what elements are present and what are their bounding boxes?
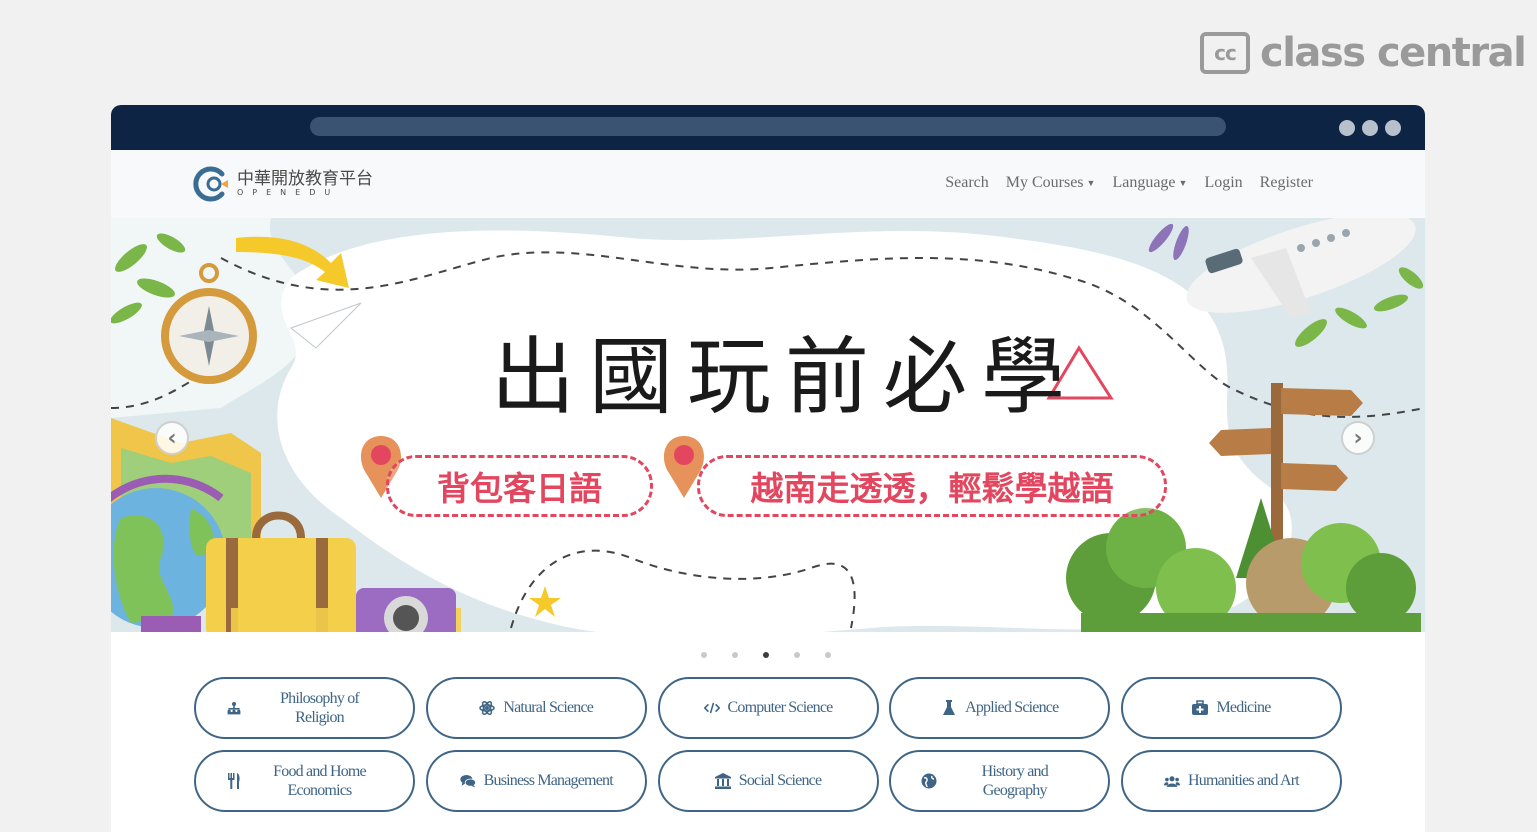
banner-pill-vietnamese[interactable]: 越南走透透，輕鬆學越語 — [697, 455, 1167, 517]
address-bar[interactable] — [310, 117, 1226, 136]
nav-search-label: Search — [945, 174, 989, 191]
nav-register-label: Register — [1259, 174, 1313, 191]
users-icon — [1164, 773, 1181, 789]
globe-icon — [921, 773, 937, 789]
category-label: Business Management — [483, 772, 614, 789]
site-header: 中華開放教育平台 OPENEDU Search My Courses ▼ Lang… — [111, 150, 1425, 218]
nav-my-courses-label: My Courses — [1005, 174, 1084, 191]
code-icon — [703, 700, 720, 716]
carousel-indicator[interactable] — [794, 652, 800, 658]
category-label-line: History and — [981, 763, 1049, 780]
logo-subtitle: OPENEDU — [237, 188, 340, 197]
hero-banner[interactable]: 出國玩前必學 背包客日語 越南走透透，輕鬆學越語 ‹ › — [111, 218, 1425, 632]
category-label: Natural Science — [503, 699, 594, 716]
category-button-business-management[interactable]: Business Management — [425, 750, 647, 812]
carousel-indicator[interactable] — [701, 652, 707, 658]
category-button-history-and-geography[interactable]: History and Geography — [889, 750, 1111, 812]
cc-box-icon: cc — [1200, 32, 1250, 74]
window-controls — [1339, 120, 1401, 136]
category-label-line: Philosophy of — [280, 690, 360, 707]
window-dot-icon[interactable] — [1339, 120, 1355, 136]
nav-my-courses[interactable]: My Courses ▼ — [1006, 174, 1096, 192]
medkit-icon — [1192, 700, 1209, 716]
nav-language[interactable]: Language ▼ — [1112, 174, 1187, 192]
category-button-philosophy-of-religion[interactable]: Philosophy of Religion — [194, 677, 415, 739]
category-button-computer-science[interactable]: Computer Science — [657, 677, 879, 739]
category-button-humanities-and-art[interactable]: Humanities and Art — [1121, 750, 1342, 812]
carousel-prev-button[interactable]: ‹ — [155, 421, 189, 455]
category-grid: Philosophy of Religion Natural Science Comp… — [194, 677, 1342, 812]
brand-name: class central — [1260, 30, 1527, 76]
window-dot-icon[interactable] — [1385, 120, 1401, 136]
carousel-indicator[interactable] — [825, 652, 831, 658]
category-label-line: Economics — [287, 782, 353, 799]
carousel-indicators — [701, 652, 831, 658]
category-label: Applied Science — [965, 699, 1059, 716]
carousel-indicator[interactable] — [763, 652, 769, 658]
category-button-applied-science[interactable]: Applied Science — [889, 677, 1111, 739]
logo-title: 中華開放教育平台 — [237, 169, 373, 189]
nav-search[interactable]: Search — [945, 174, 989, 192]
window-dot-icon[interactable] — [1362, 120, 1378, 136]
banner-pill-japanese[interactable]: 背包客日語 — [386, 455, 653, 517]
category-label: Food and Home Economics — [250, 762, 413, 800]
category-label: History and Geography — [945, 762, 1108, 800]
class-central-logo: cc class central — [1200, 30, 1527, 76]
banner-headline: 出國玩前必學 — [491, 328, 1080, 426]
category-label-line: Religion — [295, 709, 345, 726]
utensils-icon — [226, 773, 242, 789]
nav-register[interactable]: Register — [1260, 174, 1313, 192]
category-label: Medicine — [1216, 699, 1271, 716]
site-logo[interactable]: 中華開放教育平台 OPENEDU — [191, 165, 373, 203]
nav-login[interactable]: Login — [1204, 174, 1242, 192]
category-button-medicine[interactable]: Medicine — [1121, 677, 1342, 739]
main-nav: Search My Courses ▼ Language ▼ Login Regis… — [945, 174, 1313, 192]
caret-down-icon: ▼ — [1086, 178, 1096, 188]
browser-chrome — [111, 105, 1425, 150]
category-button-food-and-home-economics[interactable]: Food and Home Economics — [194, 750, 415, 812]
openedu-logo-icon — [191, 165, 229, 203]
carousel-next-button[interactable]: › — [1341, 421, 1375, 455]
carousel-indicator[interactable] — [732, 652, 738, 658]
category-label: Computer Science — [727, 699, 834, 716]
flask-icon — [941, 700, 957, 716]
landmark-icon — [714, 773, 731, 789]
browser-window: 中華開放教育平台 OPENEDU Search My Courses ▼ Lang… — [111, 105, 1425, 832]
category-button-social-science[interactable]: Social Science — [657, 750, 879, 812]
caret-down-icon: ▼ — [1178, 178, 1188, 188]
nav-login-label: Login — [1204, 174, 1243, 191]
category-label: Philosophy of Religion — [250, 689, 413, 727]
people-hierarchy-icon — [226, 700, 242, 716]
category-label-line: Food and Home — [273, 763, 367, 780]
category-label: Social Science — [738, 772, 822, 789]
category-button-natural-science[interactable]: Natural Science — [425, 677, 647, 739]
atom-icon — [479, 700, 496, 716]
nav-language-label: Language — [1112, 174, 1176, 191]
comments-icon — [460, 773, 476, 789]
category-label: Humanities and Art — [1188, 772, 1300, 789]
category-label-line: Geography — [982, 782, 1048, 799]
